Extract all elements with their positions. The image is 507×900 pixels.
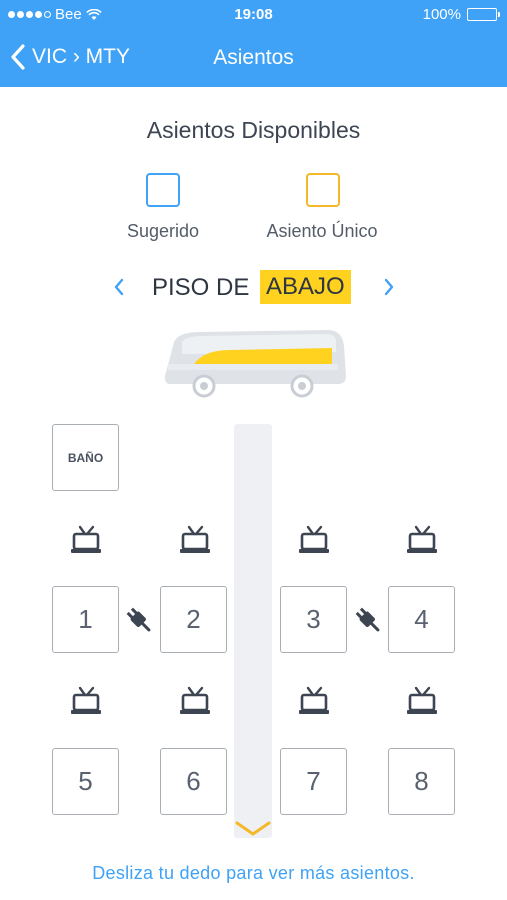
seat-4[interactable]: 4 [388,586,455,653]
battery-percent: 100% [422,6,461,23]
seat-5[interactable]: 5 [52,748,119,815]
chevron-left-icon[interactable] [112,277,126,297]
power-outlet-icon [355,607,380,632]
chevron-right-icon[interactable] [382,277,396,297]
tv-icon [71,686,101,714]
floor-label: PISO DE [152,274,250,301]
bathroom: BAÑO [52,424,119,491]
floor-selector: PISO DE [0,268,507,308]
tv-icon [407,686,437,714]
status-bar: Bee 19:08 100% [0,0,507,30]
aisle[interactable] [234,424,272,838]
power-outlet-icon [126,607,151,632]
legend-suggested-label: Sugerido [126,221,200,241]
legend-suggested-swatch [146,173,180,207]
tv-icon [71,525,101,553]
floor-current-highlight: ABAJO [260,270,351,304]
legend-single-seat-swatch [306,173,340,207]
seat-3[interactable]: 3 [280,586,347,653]
available-seats-heading: Asientos Disponibles [146,117,361,143]
navigation-bar: VIC › MTY Asientos [0,30,507,87]
scroll-hint: Desliza tu dedo para ver más asientos. [92,863,415,883]
seat-1[interactable]: 1 [52,586,119,653]
seat-6[interactable]: 6 [160,748,227,815]
tv-icon [299,686,329,714]
bus-icon [164,330,346,398]
tv-icon [407,525,437,553]
tv-icon [299,525,329,553]
battery-status: 100% [422,6,500,23]
seat-8[interactable]: 8 [388,748,455,815]
legend-single-seat-label: Asiento Único [266,221,378,241]
tv-icon [180,686,210,714]
seat-2[interactable]: 2 [160,586,227,653]
tv-icon [180,525,210,553]
chevron-down-icon[interactable] [234,818,272,840]
page-title: Asientos [213,46,294,69]
seat-7[interactable]: 7 [280,748,347,815]
battery-icon [467,8,500,21]
